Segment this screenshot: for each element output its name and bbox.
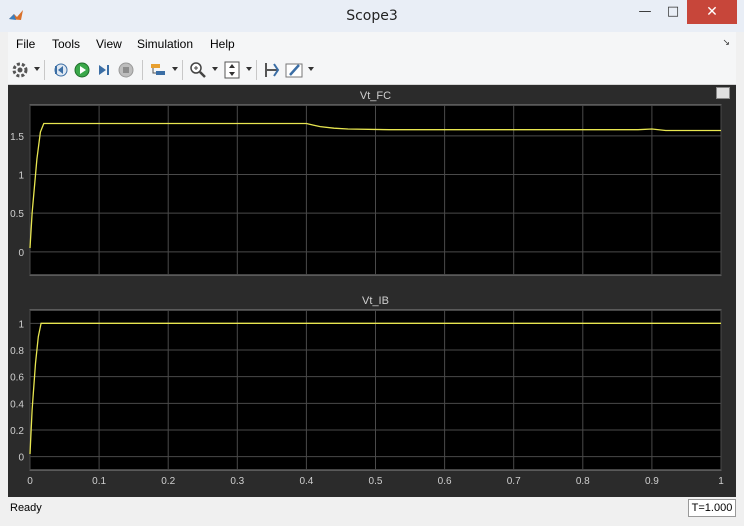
y-tick-label: 0 (18, 453, 24, 464)
toolbar-separator (142, 60, 143, 80)
maximize-icon: □ (666, 4, 680, 19)
minimize-icon: — (638, 4, 652, 19)
y-tick-label: 0.6 (10, 373, 24, 384)
step-back-icon[interactable] (50, 60, 70, 80)
y-tick-label: 0.8 (10, 346, 24, 357)
close-icon: ✕ (706, 4, 718, 20)
zoom-dropdown-icon[interactable] (212, 67, 218, 71)
stop-icon[interactable] (116, 60, 136, 80)
title-bar[interactable]: Scope3 — □ ✕ (0, 0, 744, 32)
undock-icon[interactable] (716, 87, 730, 99)
status-text: Ready (10, 502, 42, 514)
signal-selector-dropdown-icon[interactable] (172, 67, 178, 71)
y-tick-label: 0.4 (10, 399, 24, 410)
step-forward-icon[interactable] (94, 60, 114, 80)
style-dropdown-icon[interactable] (308, 67, 314, 71)
y-tick-label: 1 (18, 319, 24, 330)
scope-display: Vt_FC 0 0.5 1 1.5 Vt_IB 0 0.2 0.4 0.6 0.8 1 0 0.1 0.2 0… (8, 85, 736, 497)
scale-axes-dropdown-icon[interactable] (246, 67, 252, 71)
y-tick-label: 0.2 (10, 426, 24, 437)
toolbar-separator (182, 60, 183, 80)
x-tick-label: 1 (718, 476, 724, 487)
x-tick-label: 0.3 (230, 476, 244, 487)
gear-icon[interactable] (10, 60, 30, 80)
x-tick-label: 0.4 (299, 476, 313, 487)
toolbar-separator (44, 60, 45, 80)
y-tick-label: 0.5 (10, 209, 24, 220)
x-tick-label: 0.1 (92, 476, 106, 487)
cursor-measure-icon[interactable] (262, 60, 282, 80)
y-tick-label: 0 (18, 248, 24, 259)
dock-arrow-icon[interactable]: ↘ (722, 38, 730, 48)
scope-plots[interactable]: Vt_FC 0 0.5 1 1.5 Vt_IB 0 0.2 0.4 0.6 0.8 1 0 0.1 0.2 0… (8, 85, 736, 497)
scope-window: Scope3 — □ ✕ File Tools View Simulation … (0, 0, 744, 526)
axes-title: Vt_IB (362, 295, 389, 307)
style-icon[interactable] (284, 60, 304, 80)
menu-tools[interactable]: Tools (52, 32, 80, 56)
maximize-button[interactable]: □ (659, 0, 687, 24)
menu-help[interactable]: Help (210, 32, 235, 56)
x-tick-label: 0.8 (576, 476, 590, 487)
minimize-button[interactable]: — (631, 0, 659, 24)
menu-simulation[interactable]: Simulation (137, 32, 193, 56)
x-tick-label: 0.5 (369, 476, 383, 487)
y-tick-label: 1 (18, 171, 24, 182)
x-tick-label: 0 (27, 476, 33, 487)
menu-view[interactable]: View (96, 32, 122, 56)
axes-title: Vt_FC (360, 90, 391, 102)
signal-selector-icon[interactable] (148, 60, 168, 80)
scale-axes-icon[interactable] (222, 60, 242, 80)
zoom-icon[interactable] (188, 60, 208, 80)
status-bar: Ready T=1.000 (8, 497, 736, 519)
x-tick-label: 0.9 (645, 476, 659, 487)
simulation-time: T=1.000 (688, 499, 736, 517)
y-tick-label: 1.5 (10, 132, 24, 143)
menu-bar: File Tools View Simulation Help ↘ (8, 32, 736, 56)
x-tick-label: 0.7 (507, 476, 521, 487)
toolbar-separator (256, 60, 257, 80)
toolbar (8, 56, 736, 85)
x-tick-label: 0.6 (438, 476, 452, 487)
menu-file[interactable]: File (16, 32, 35, 56)
close-button[interactable]: ✕ (687, 0, 737, 24)
x-tick-label: 0.2 (161, 476, 175, 487)
gear-dropdown-icon[interactable] (34, 67, 40, 71)
run-icon[interactable] (72, 60, 92, 80)
